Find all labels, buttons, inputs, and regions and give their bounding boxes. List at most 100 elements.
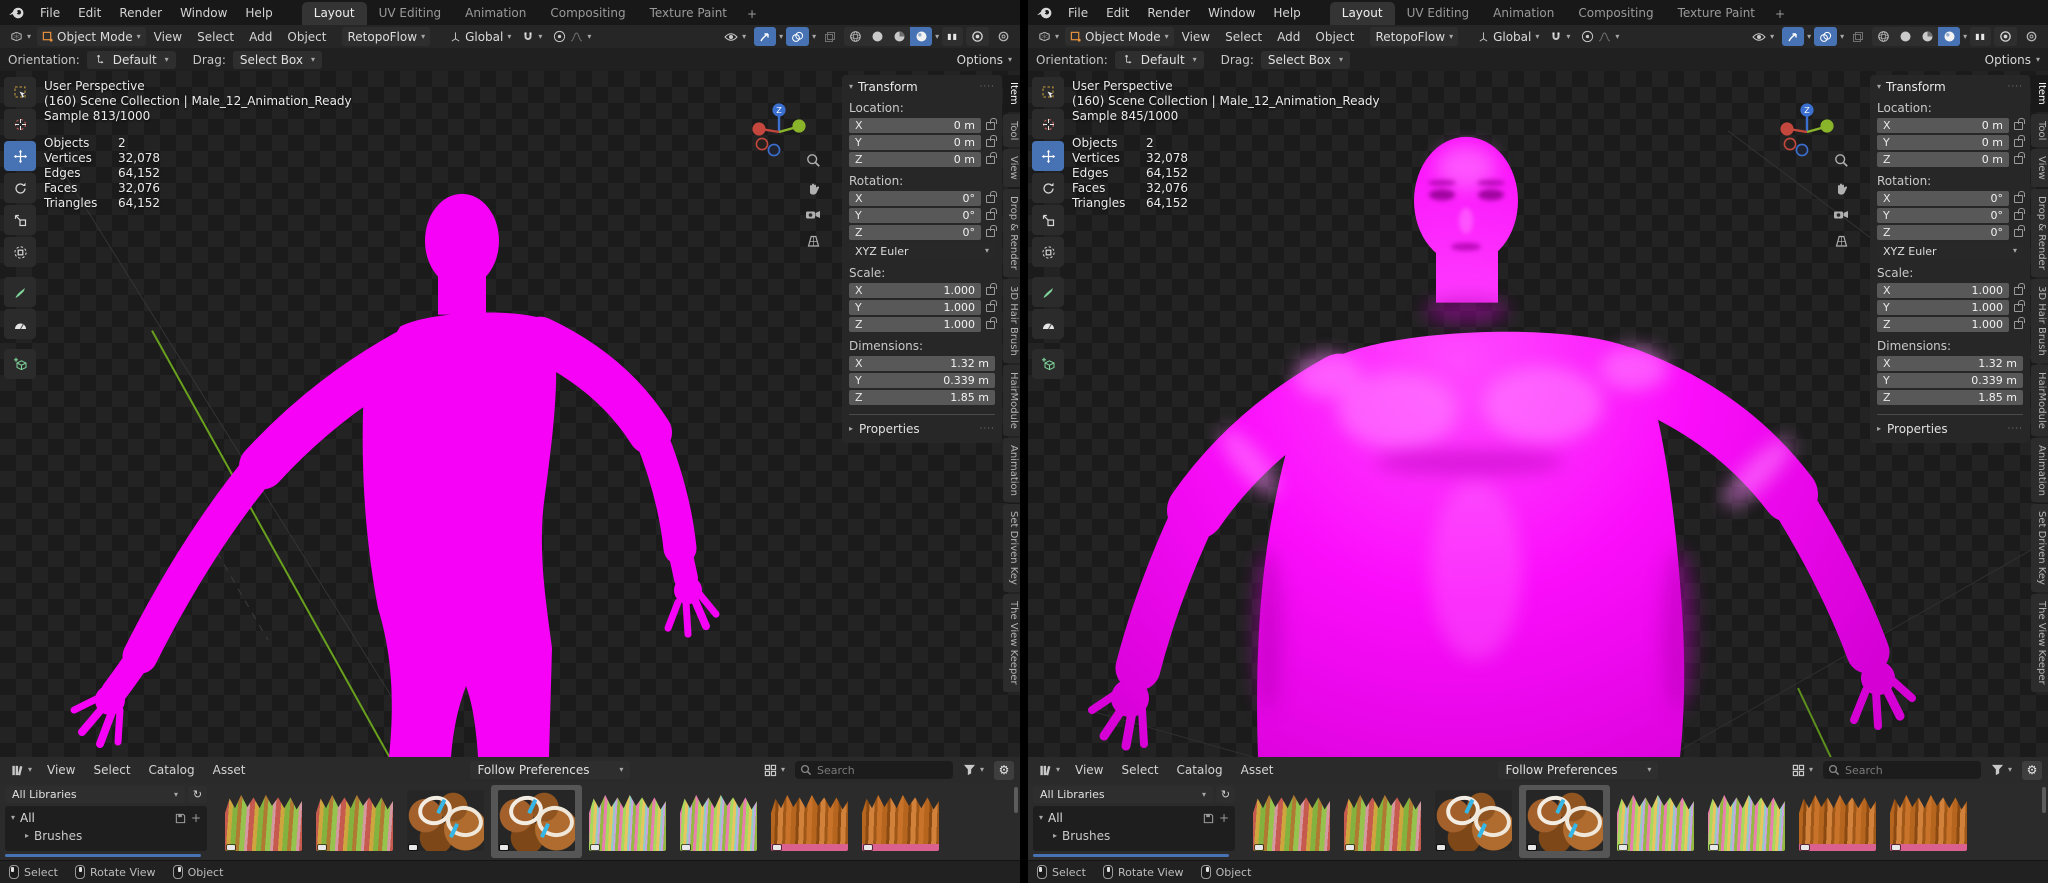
tab-uv-editing[interactable]: UV Editing bbox=[1395, 2, 1482, 25]
xray-toggle[interactable] bbox=[1847, 27, 1869, 46]
sidebar-tab-hairmodule[interactable]: HairModule bbox=[2031, 365, 2048, 436]
search-input[interactable] bbox=[1823, 761, 1981, 779]
tool-scale[interactable] bbox=[1032, 205, 1064, 235]
sidebar-tab-hairmodule[interactable]: HairModule bbox=[1003, 365, 1020, 436]
display-size-dropdown[interactable]: ▾ bbox=[1787, 761, 1818, 780]
shading-wireframe-button[interactable] bbox=[844, 27, 866, 46]
lock-icon[interactable] bbox=[2014, 321, 2023, 329]
overlays-toggle[interactable] bbox=[786, 27, 809, 46]
viewport-3d[interactable]: User Perspective (160) Scene Collection … bbox=[0, 71, 1020, 757]
scale-z-field[interactable]: Z1.000 bbox=[1877, 317, 2009, 332]
dimensions-y-field[interactable]: Y0.339 m bbox=[849, 373, 995, 388]
drag-mode-dropdown[interactable]: Select Box ▾ bbox=[1261, 51, 1350, 69]
menu-view[interactable]: View bbox=[1175, 30, 1217, 44]
shading-wireframe-button[interactable] bbox=[1872, 27, 1894, 46]
rotation-x-field[interactable]: X0° bbox=[849, 191, 981, 206]
add-catalog-button[interactable]: + bbox=[1219, 811, 1229, 825]
menu-edit[interactable]: Edit bbox=[69, 6, 110, 20]
search-input[interactable] bbox=[795, 761, 953, 779]
sidebar-tab-view-keeper[interactable]: The View Keeper bbox=[2031, 594, 2048, 692]
library-dropdown[interactable]: All Libraries ▾ bbox=[1033, 786, 1213, 803]
thumbnail-scrollbar[interactable] bbox=[1014, 787, 1018, 813]
asset-thumbnail[interactable] bbox=[491, 785, 582, 858]
tool-transform[interactable] bbox=[1032, 237, 1064, 267]
sidebar-tab-set-driven-key[interactable]: Set Driven Key bbox=[2031, 504, 2048, 592]
display-size-dropdown[interactable]: ▾ bbox=[759, 761, 790, 780]
overlays-dropdown[interactable]: ▾ bbox=[812, 33, 816, 41]
filter-dropdown[interactable]: ▾ bbox=[958, 761, 989, 780]
menu-object[interactable]: Object bbox=[280, 30, 333, 44]
sidebar-tab-tool[interactable]: Tool bbox=[1003, 114, 1020, 147]
asset-thumbnail[interactable] bbox=[673, 785, 764, 858]
proportional-editing-toggle[interactable]: ▾ bbox=[1576, 27, 1624, 46]
lock-icon[interactable] bbox=[2014, 212, 2023, 220]
asset-menu-select[interactable]: Select bbox=[86, 763, 139, 777]
transform-orientation-dropdown[interactable]: Global ▾ bbox=[1473, 27, 1544, 46]
xray-toggle[interactable] bbox=[819, 27, 841, 46]
pan-hand-icon[interactable] bbox=[1832, 178, 1850, 196]
lock-icon[interactable] bbox=[986, 304, 995, 312]
tab-animation[interactable]: Animation bbox=[453, 2, 538, 25]
lock-icon[interactable] bbox=[986, 122, 995, 130]
sidebar-tab-set-driven-key[interactable]: Set Driven Key bbox=[1003, 504, 1020, 592]
tool-measure[interactable] bbox=[4, 309, 36, 339]
catalog-item-all[interactable]: ▾ All + bbox=[1039, 809, 1229, 827]
perspective-toggle-icon[interactable] bbox=[1832, 232, 1850, 250]
scale-x-field[interactable]: X1.000 bbox=[1877, 283, 2009, 298]
gizmos-dropdown[interactable]: ▾ bbox=[779, 33, 783, 41]
zoom-icon[interactable] bbox=[804, 151, 822, 169]
overlays-dropdown[interactable]: ▾ bbox=[1840, 33, 1844, 41]
lock-icon[interactable] bbox=[986, 195, 995, 203]
snap-toggle[interactable]: ▾ bbox=[1545, 27, 1575, 46]
dimensions-z-field[interactable]: Z1.85 m bbox=[849, 390, 995, 405]
import-method-dropdown[interactable]: Follow Preferences ▾ bbox=[1498, 761, 1658, 779]
asset-thumbnail[interactable] bbox=[1246, 785, 1337, 858]
catalog-horizontal-scrollbar[interactable] bbox=[1033, 854, 1229, 857]
tool-annotate[interactable] bbox=[1032, 277, 1064, 307]
tool-scale[interactable] bbox=[4, 205, 36, 235]
editor-type-button[interactable]: ▾ bbox=[1033, 27, 1064, 46]
properties-panel-collapsed[interactable]: ▸ Properties ···· bbox=[849, 414, 995, 436]
tool-cursor[interactable] bbox=[4, 109, 36, 139]
add-workspace-button[interactable]: + bbox=[1767, 3, 1793, 25]
asset-editor-type-button[interactable]: ▾ bbox=[1034, 761, 1065, 780]
menu-edit[interactable]: Edit bbox=[1097, 6, 1138, 20]
asset-menu-asset[interactable]: Asset bbox=[1233, 763, 1282, 777]
lock-icon[interactable] bbox=[986, 156, 995, 164]
asset-menu-view[interactable]: View bbox=[39, 763, 83, 777]
sidebar-tab-animation[interactable]: Animation bbox=[2031, 438, 2048, 503]
location-z-field[interactable]: Z0 m bbox=[849, 152, 981, 167]
menu-help[interactable]: Help bbox=[1264, 6, 1309, 20]
location-z-field[interactable]: Z0 m bbox=[1877, 152, 2009, 167]
lock-icon[interactable] bbox=[986, 212, 995, 220]
tab-layout[interactable]: Layout bbox=[1330, 2, 1395, 25]
lock-icon[interactable] bbox=[986, 139, 995, 147]
shading-material-button[interactable] bbox=[888, 27, 910, 46]
menu-select[interactable]: Select bbox=[190, 30, 241, 44]
rotation-z-field[interactable]: Z0° bbox=[1877, 225, 2009, 240]
add-catalog-button[interactable]: + bbox=[191, 811, 201, 825]
scale-z-field[interactable]: Z1.000 bbox=[849, 317, 981, 332]
asset-thumbnail[interactable] bbox=[1337, 785, 1428, 858]
mode-dropdown[interactable]: Object Mode ▾ bbox=[1065, 27, 1174, 46]
lock-icon[interactable] bbox=[2014, 122, 2023, 130]
shading-solid-button[interactable] bbox=[1894, 27, 1916, 46]
asset-thumbnail[interactable] bbox=[764, 785, 855, 858]
render-pass-secondary-button[interactable] bbox=[992, 27, 1015, 46]
shading-dropdown[interactable]: ▾ bbox=[935, 33, 939, 41]
mode-dropdown[interactable]: Object Mode ▾ bbox=[37, 27, 146, 46]
pause-preview-button[interactable]: ▮▮ bbox=[1970, 27, 1991, 46]
tool-move[interactable] bbox=[4, 141, 36, 171]
options-dropdown[interactable]: Options ▾ bbox=[1985, 53, 2040, 67]
location-y-field[interactable]: Y0 m bbox=[849, 135, 981, 150]
catalog-item-brushes[interactable]: ▸ Brushes bbox=[11, 827, 201, 845]
asset-menu-asset[interactable]: Asset bbox=[205, 763, 254, 777]
sidebar-tab-tool[interactable]: Tool bbox=[2031, 114, 2048, 147]
rotation-mode-dropdown[interactable]: XYZ Euler▾ bbox=[849, 243, 995, 259]
dimensions-x-field[interactable]: X1.32 m bbox=[849, 356, 995, 371]
retopoflow-menu[interactable]: RetopoFlow ▾ bbox=[342, 27, 430, 46]
rotation-x-field[interactable]: X0° bbox=[1877, 191, 2009, 206]
tool-rotate[interactable] bbox=[4, 173, 36, 203]
navigation-gizmo[interactable]: Z bbox=[750, 99, 808, 157]
sidebar-tab-item[interactable]: Item bbox=[2031, 75, 2048, 112]
